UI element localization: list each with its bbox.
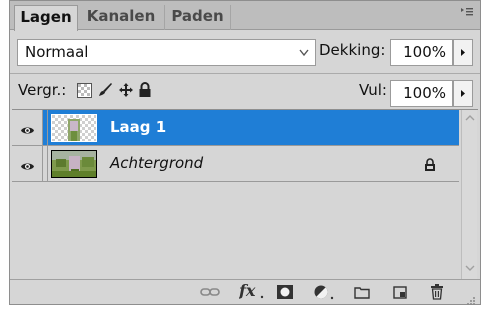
eye-icon [20, 157, 35, 176]
fill-dropdown-button[interactable] [453, 80, 473, 107]
lock-label: Vergr.: [18, 81, 67, 99]
blend-mode-value: Normaal [25, 43, 89, 61]
fill-label: Vul: [359, 81, 387, 99]
layer-row-achtergrond[interactable]: Achtergrond [12, 146, 459, 182]
fill-input[interactable]: 100% [390, 80, 453, 107]
tab-paden[interactable]: Paden [165, 5, 231, 30]
fx-icon[interactable]: fx [238, 281, 265, 305]
layer-name[interactable]: Achtergrond [110, 154, 203, 172]
lock-all-icon[interactable] [138, 82, 152, 102]
scroll-up-icon[interactable] [465, 114, 475, 125]
chevron-down-icon [298, 40, 310, 74]
opacity-label: Dekking: [319, 41, 386, 59]
trash-icon[interactable] [429, 284, 445, 300]
resize-grip-icon[interactable] [466, 291, 476, 310]
svg-text:fx: fx [239, 281, 256, 300]
add-mask-icon[interactable] [276, 284, 294, 300]
layer-link-cell [43, 110, 48, 145]
lock-pixels-brush-icon[interactable] [98, 82, 114, 102]
layer-name[interactable]: Laag 1 [110, 118, 166, 136]
panel-tabstrip: Lagen Kanalen Paden [10, 1, 480, 31]
opacity-input[interactable]: 100% [390, 39, 453, 66]
tab-lagen[interactable]: Lagen [14, 5, 78, 31]
lock-transparency-icon[interactable] [77, 83, 92, 102]
layer-link-cell [43, 146, 48, 181]
panel-menu-icon[interactable] [460, 6, 474, 20]
new-layer-icon[interactable] [392, 284, 408, 300]
adjustment-layer-icon[interactable] [313, 284, 335, 300]
layer-row-laag-1[interactable]: Laag 1 [12, 110, 459, 146]
divider [10, 73, 480, 74]
link-layers-icon[interactable] [200, 284, 220, 300]
new-group-icon[interactable] [354, 284, 370, 300]
scroll-down-icon[interactable] [465, 264, 475, 275]
layers-list: Laag 1 Achtergrond [12, 109, 478, 279]
layers-panel: Lagen Kanalen Paden Normaal Dekking: 100… [9, 0, 481, 305]
blend-mode-select[interactable]: Normaal [17, 39, 316, 66]
lock-position-move-icon[interactable] [118, 82, 134, 102]
eye-icon [20, 121, 35, 140]
layers-toolbar: fx [10, 279, 480, 305]
opacity-dropdown-button[interactable] [453, 39, 473, 66]
layers-scrollbar[interactable] [461, 110, 477, 279]
layer-thumbnail [51, 150, 97, 178]
lock-icon [424, 157, 436, 176]
tab-kanalen[interactable]: Kanalen [78, 5, 165, 30]
visibility-toggle[interactable] [12, 146, 43, 181]
layer-thumbnail [51, 114, 97, 142]
visibility-toggle[interactable] [12, 110, 43, 145]
